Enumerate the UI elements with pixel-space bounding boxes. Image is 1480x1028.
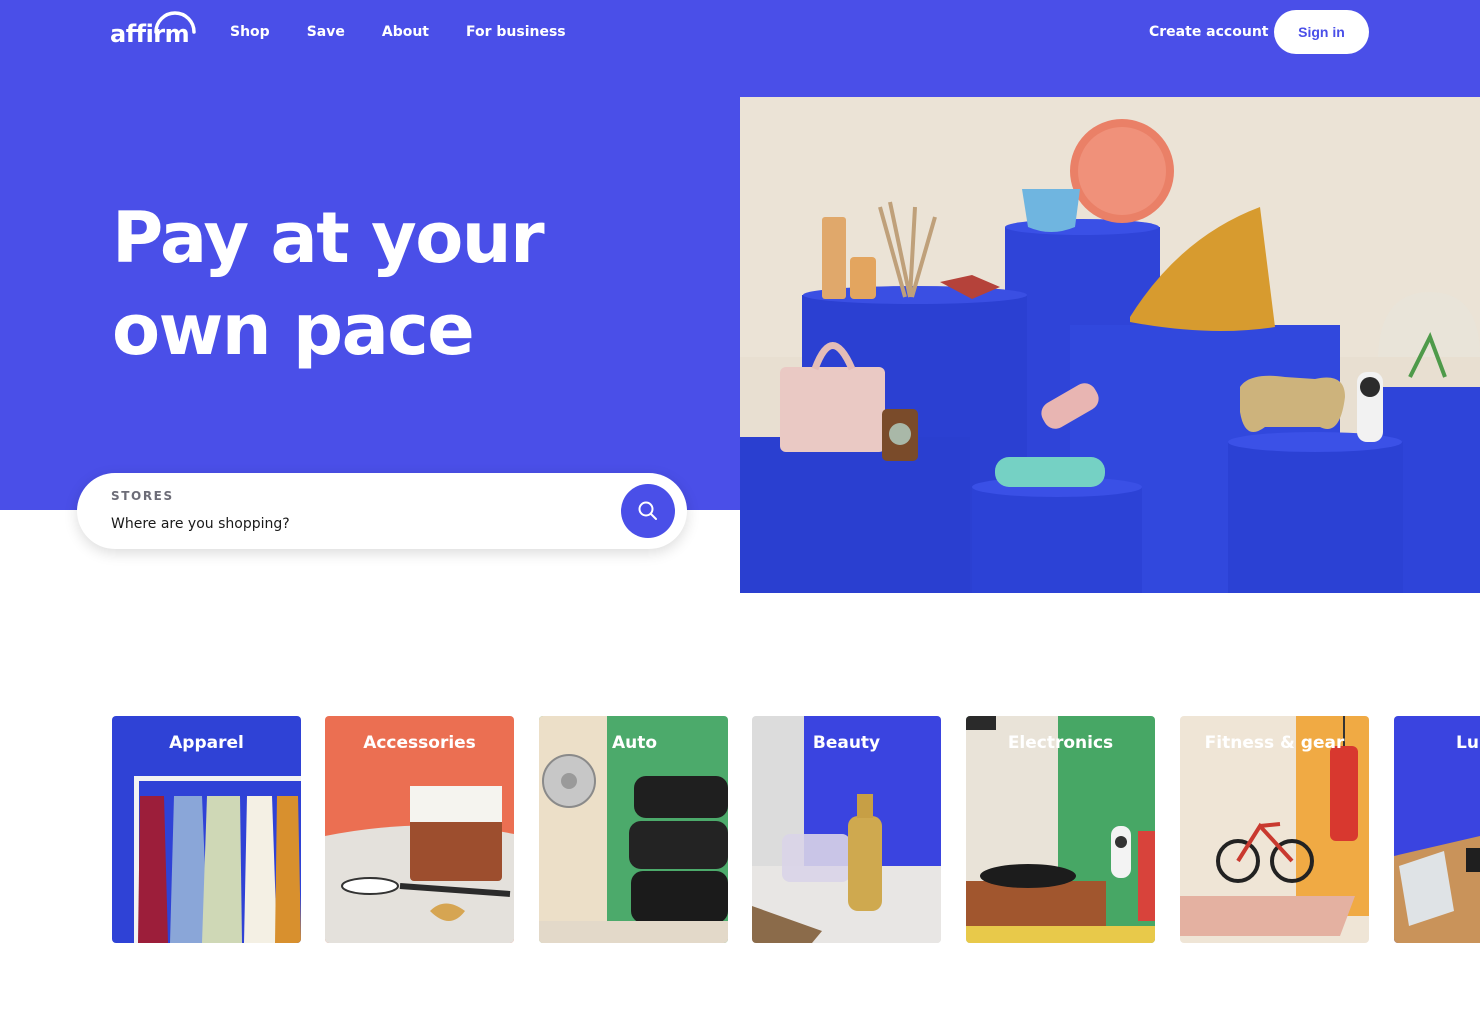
store-search: STORES — [77, 473, 687, 549]
search-label: STORES — [111, 489, 174, 503]
main-nav: Shop Save About For business — [230, 24, 603, 40]
category-fitness-gear[interactable]: Fitness & gear — [1180, 716, 1369, 943]
hero-headline: Pay at your own pace — [112, 192, 712, 376]
create-account-link[interactable]: Create account — [1149, 24, 1268, 40]
headline-line-1: Pay at your — [112, 197, 545, 279]
category-label: Accessories — [363, 733, 476, 753]
hero-image — [740, 97, 1480, 593]
search-button[interactable] — [621, 484, 675, 538]
category-label: Fitness & gear — [1204, 733, 1345, 753]
nav-for-business[interactable]: For business — [466, 24, 566, 40]
nav-about[interactable]: About — [382, 24, 429, 40]
category-label: Electronics — [1007, 733, 1114, 753]
category-auto[interactable]: Auto — [539, 716, 728, 943]
nav-save[interactable]: Save — [307, 24, 345, 40]
category-beauty[interactable]: Beauty — [752, 716, 941, 943]
category-label: Auto — [612, 733, 658, 753]
affirm-logo[interactable]: affirm — [110, 8, 200, 48]
search-input[interactable] — [111, 513, 591, 535]
headline-line-2: own pace — [112, 289, 475, 371]
category-label: Beauty — [812, 733, 881, 753]
nav-shop[interactable]: Shop — [230, 24, 270, 40]
category-luxury[interactable]: Lu — [1394, 716, 1480, 943]
sign-in-button[interactable]: Sign in — [1274, 10, 1369, 54]
search-icon — [638, 501, 657, 520]
category-apparel[interactable]: Apparel — [112, 716, 301, 943]
logo-text: affirm — [110, 20, 190, 48]
category-label: Apparel — [169, 733, 244, 753]
category-electronics[interactable]: Electronics — [966, 716, 1155, 943]
category-accessories[interactable]: Accessories — [325, 716, 514, 943]
category-label: Lu — [1456, 733, 1479, 753]
